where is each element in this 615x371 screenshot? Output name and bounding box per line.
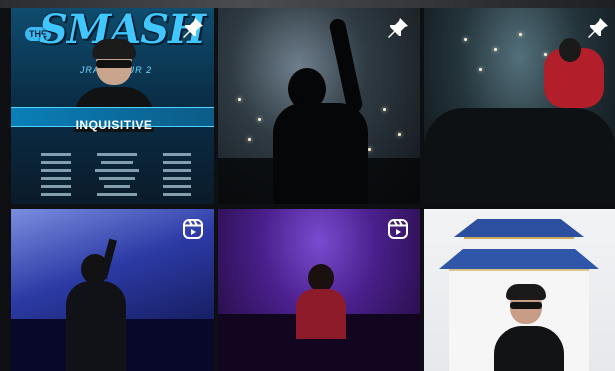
pin-icon[interactable] xyxy=(586,16,610,40)
tile-stage-performance-purple[interactable] xyxy=(218,209,420,371)
crowd-mass xyxy=(424,108,615,204)
performer-jacket xyxy=(296,289,346,339)
poster-artist-name: INQUISITIVE xyxy=(75,118,153,132)
tile-concert-stage-silhouette[interactable] xyxy=(218,8,420,204)
performer-body xyxy=(66,281,126,371)
pin-icon[interactable] xyxy=(181,16,205,40)
profile-post-grid: THE SMASH JRAIZ TOUR 2 INQUISITIVE xyxy=(9,8,615,371)
memorial-upper-roof xyxy=(454,219,584,237)
tile-tour-poster[interactable]: THE SMASH JRAIZ TOUR 2 INQUISITIVE xyxy=(11,8,214,204)
tile-memorial-portrait[interactable] xyxy=(424,209,615,371)
poster-dates-list xyxy=(41,150,191,198)
tile-club-performance[interactable] xyxy=(11,209,214,371)
reels-icon[interactable] xyxy=(386,217,410,241)
portrait-person xyxy=(494,284,564,371)
reels-icon[interactable] xyxy=(181,217,205,241)
stage-console xyxy=(218,158,420,204)
performer-head xyxy=(308,264,334,292)
tile-concert-crowd[interactable] xyxy=(424,8,615,204)
pin-icon[interactable] xyxy=(386,16,410,40)
memorial-lower-roof xyxy=(439,249,599,269)
performer-head xyxy=(559,38,581,62)
top-edge-strip xyxy=(0,0,615,8)
performer-raised-arm xyxy=(328,17,364,114)
